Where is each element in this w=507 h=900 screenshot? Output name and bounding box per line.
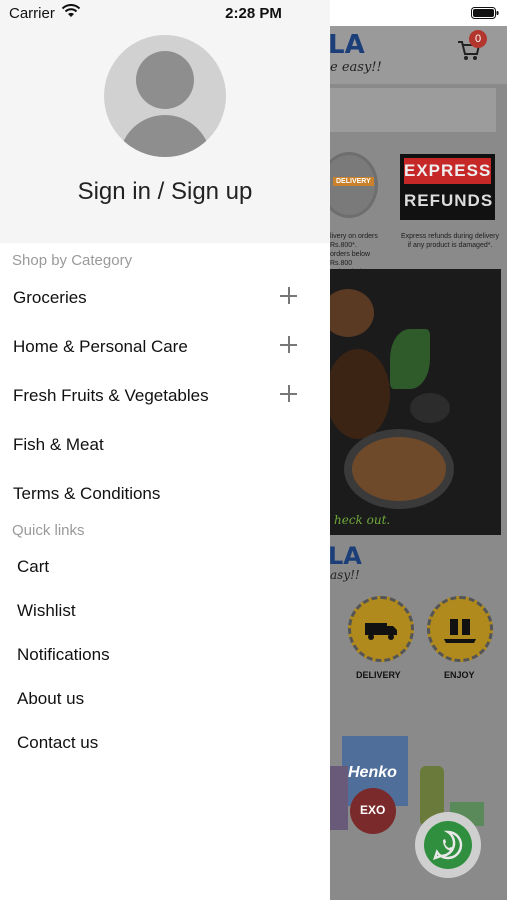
coffee-bowl-image [330,289,374,337]
background-logo-2: LA [330,542,362,570]
quick-link-label: Cart [17,557,50,576]
exo-brand-text: EXO [360,803,386,817]
background-tagline: e easy!! [330,60,382,75]
category-home-personal-care[interactable]: Home & Personal Care [0,328,330,368]
battery-icon [471,7,499,19]
profile-header: Sign in / Sign up [0,0,330,243]
expand-plus-icon[interactable] [280,385,297,402]
category-label: Home & Personal Care [13,337,188,356]
clock: 2:28 PM [225,5,282,22]
banner-caption: heck out. [334,513,391,527]
shop-by-category-title: Shop by Category [12,252,133,269]
category-label: Groceries [13,288,87,307]
sign-in-sign-up-link[interactable]: Sign in / Sign up [0,178,330,206]
delivery-feature-label: DELIVERY [356,670,401,680]
express-refunds-banner: EXPRESS REFUNDS [400,154,495,220]
quick-link-about-us[interactable]: About us [0,681,330,717]
terms-conditions-link[interactable]: Terms & Conditions [0,475,330,515]
quick-link-contact-us[interactable]: Contact us [0,725,330,761]
expand-plus-icon[interactable] [280,287,297,304]
henko-brand-text: Henko [348,764,397,781]
express-label: EXPRESS [404,158,491,184]
coffee-scoop-image [410,393,450,423]
quick-link-wishlist[interactable]: Wishlist [0,593,330,629]
truck-icon [365,623,397,640]
coffee-beans-image [330,349,390,439]
background-home-page[interactable]: LA e easy!! 0 DELIVERY EXPRESS REFUNDS l… [330,26,507,900]
category-label: Fresh Fruits & Vegetables [13,386,209,405]
leaf-image [390,329,430,389]
free-delivery-badge: DELIVERY [330,152,378,218]
free-delivery-badge-text: DELIVERY [333,177,374,186]
quick-link-notifications[interactable]: Notifications [0,637,330,673]
quick-link-label: Contact us [17,733,99,752]
quick-link-label: Notifications [17,645,110,664]
side-drawer: Sign in / Sign up Shop by Category Groce… [0,0,330,900]
whatsapp-icon [424,821,472,869]
quick-link-cart[interactable]: Cart [0,549,330,585]
refunds-label: REFUNDS [404,191,494,210]
enjoy-feature-label: ENJOY [444,670,475,680]
coffee-promo-banner[interactable]: heck out. [330,269,501,535]
avatar[interactable] [104,35,226,157]
whatsapp-chat-button[interactable] [415,812,481,878]
category-groceries[interactable]: Groceries [0,279,330,319]
category-fresh-fruits-vegetables[interactable]: Fresh Fruits & Vegetables [0,377,330,417]
background-tagline-2: asy!! [330,568,360,582]
delivery-feature-icon [348,596,414,662]
category-label: Fish & Meat [13,435,104,454]
cart-count-badge: 0 [469,30,487,48]
exo-tub-image: EXO [350,788,396,834]
background-logo: LA [330,30,365,60]
express-refunds-note: Express refunds during delivery if any p… [400,233,500,249]
quick-link-label: Wishlist [17,601,76,620]
enjoy-feature-icon [427,596,493,662]
expand-plus-icon[interactable] [280,336,297,353]
coffee-powder-image [352,437,446,501]
avatar-body-shape [119,115,211,157]
gift-icon [444,619,476,643]
category-label: Terms & Conditions [13,484,161,503]
status-bar: Carrier 2:28 PM [0,0,507,28]
quick-link-label: About us [17,689,85,708]
background-search-bar[interactable] [330,88,496,132]
quick-links-title: Quick links [12,522,85,539]
category-fish-meat[interactable]: Fish & Meat [0,426,330,466]
avatar-head-shape [136,51,194,109]
detergent-pack-image [330,766,348,830]
